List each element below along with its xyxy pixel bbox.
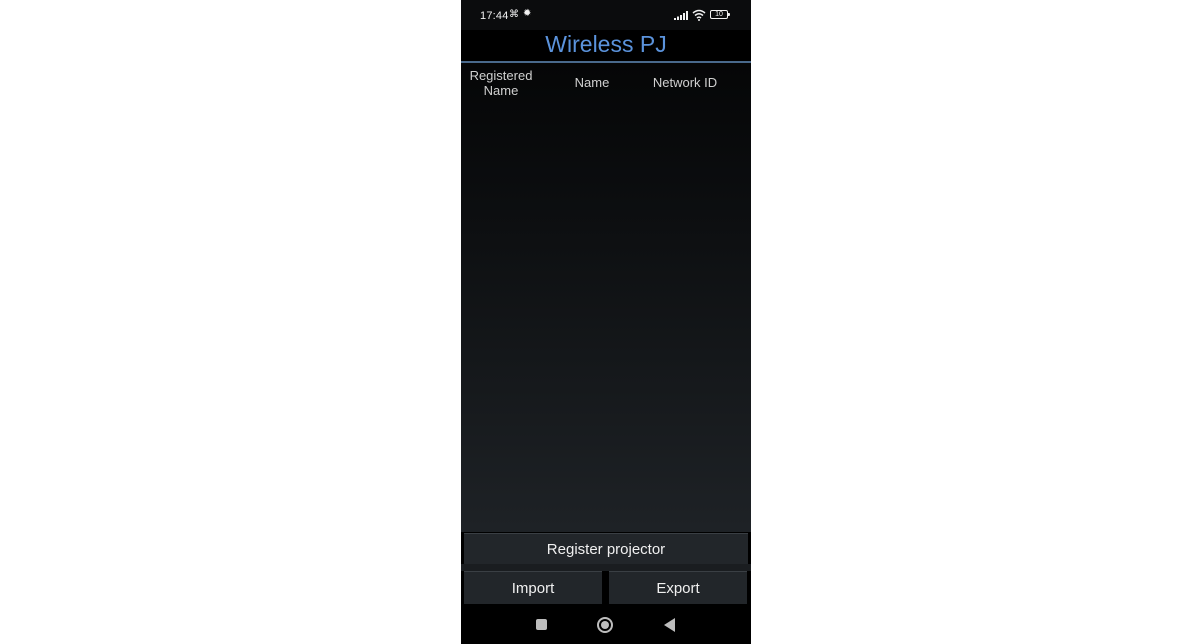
column-label: Name bbox=[574, 75, 610, 90]
battery-level: 10 bbox=[715, 11, 723, 18]
export-button[interactable]: Export bbox=[609, 571, 747, 604]
notification-icon: ⌘ bbox=[509, 9, 519, 20]
column-header-network-id: Network ID bbox=[641, 75, 729, 90]
home-icon[interactable] bbox=[597, 617, 613, 633]
phone-screen: 17:44 ⌘ ✹ 10 Wireless PJ Registered Name… bbox=[461, 0, 751, 644]
wifi-icon bbox=[692, 9, 706, 21]
status-time: 17:44 bbox=[480, 10, 509, 22]
button-separator bbox=[461, 564, 751, 571]
column-label: Registered Name bbox=[469, 68, 533, 98]
projector-list: Registered Name Name Network ID bbox=[461, 63, 751, 532]
navigation-bar bbox=[461, 605, 751, 644]
column-label: Network ID bbox=[652, 75, 718, 90]
recent-apps-icon[interactable] bbox=[536, 619, 547, 630]
app-header: Wireless PJ bbox=[461, 30, 751, 61]
column-header-name: Name bbox=[557, 75, 627, 90]
import-button[interactable]: Import bbox=[464, 571, 602, 604]
battery-icon: 10 bbox=[710, 10, 730, 19]
register-projector-button[interactable]: Register projector bbox=[464, 533, 748, 564]
app-title: Wireless PJ bbox=[545, 31, 667, 57]
column-header-registered-name: Registered Name bbox=[463, 68, 539, 98]
bug-icon: ✹ bbox=[523, 8, 532, 19]
status-bar: 17:44 ⌘ ✹ 10 bbox=[461, 0, 751, 30]
signal-icon bbox=[674, 11, 688, 20]
back-icon[interactable] bbox=[663, 618, 676, 632]
